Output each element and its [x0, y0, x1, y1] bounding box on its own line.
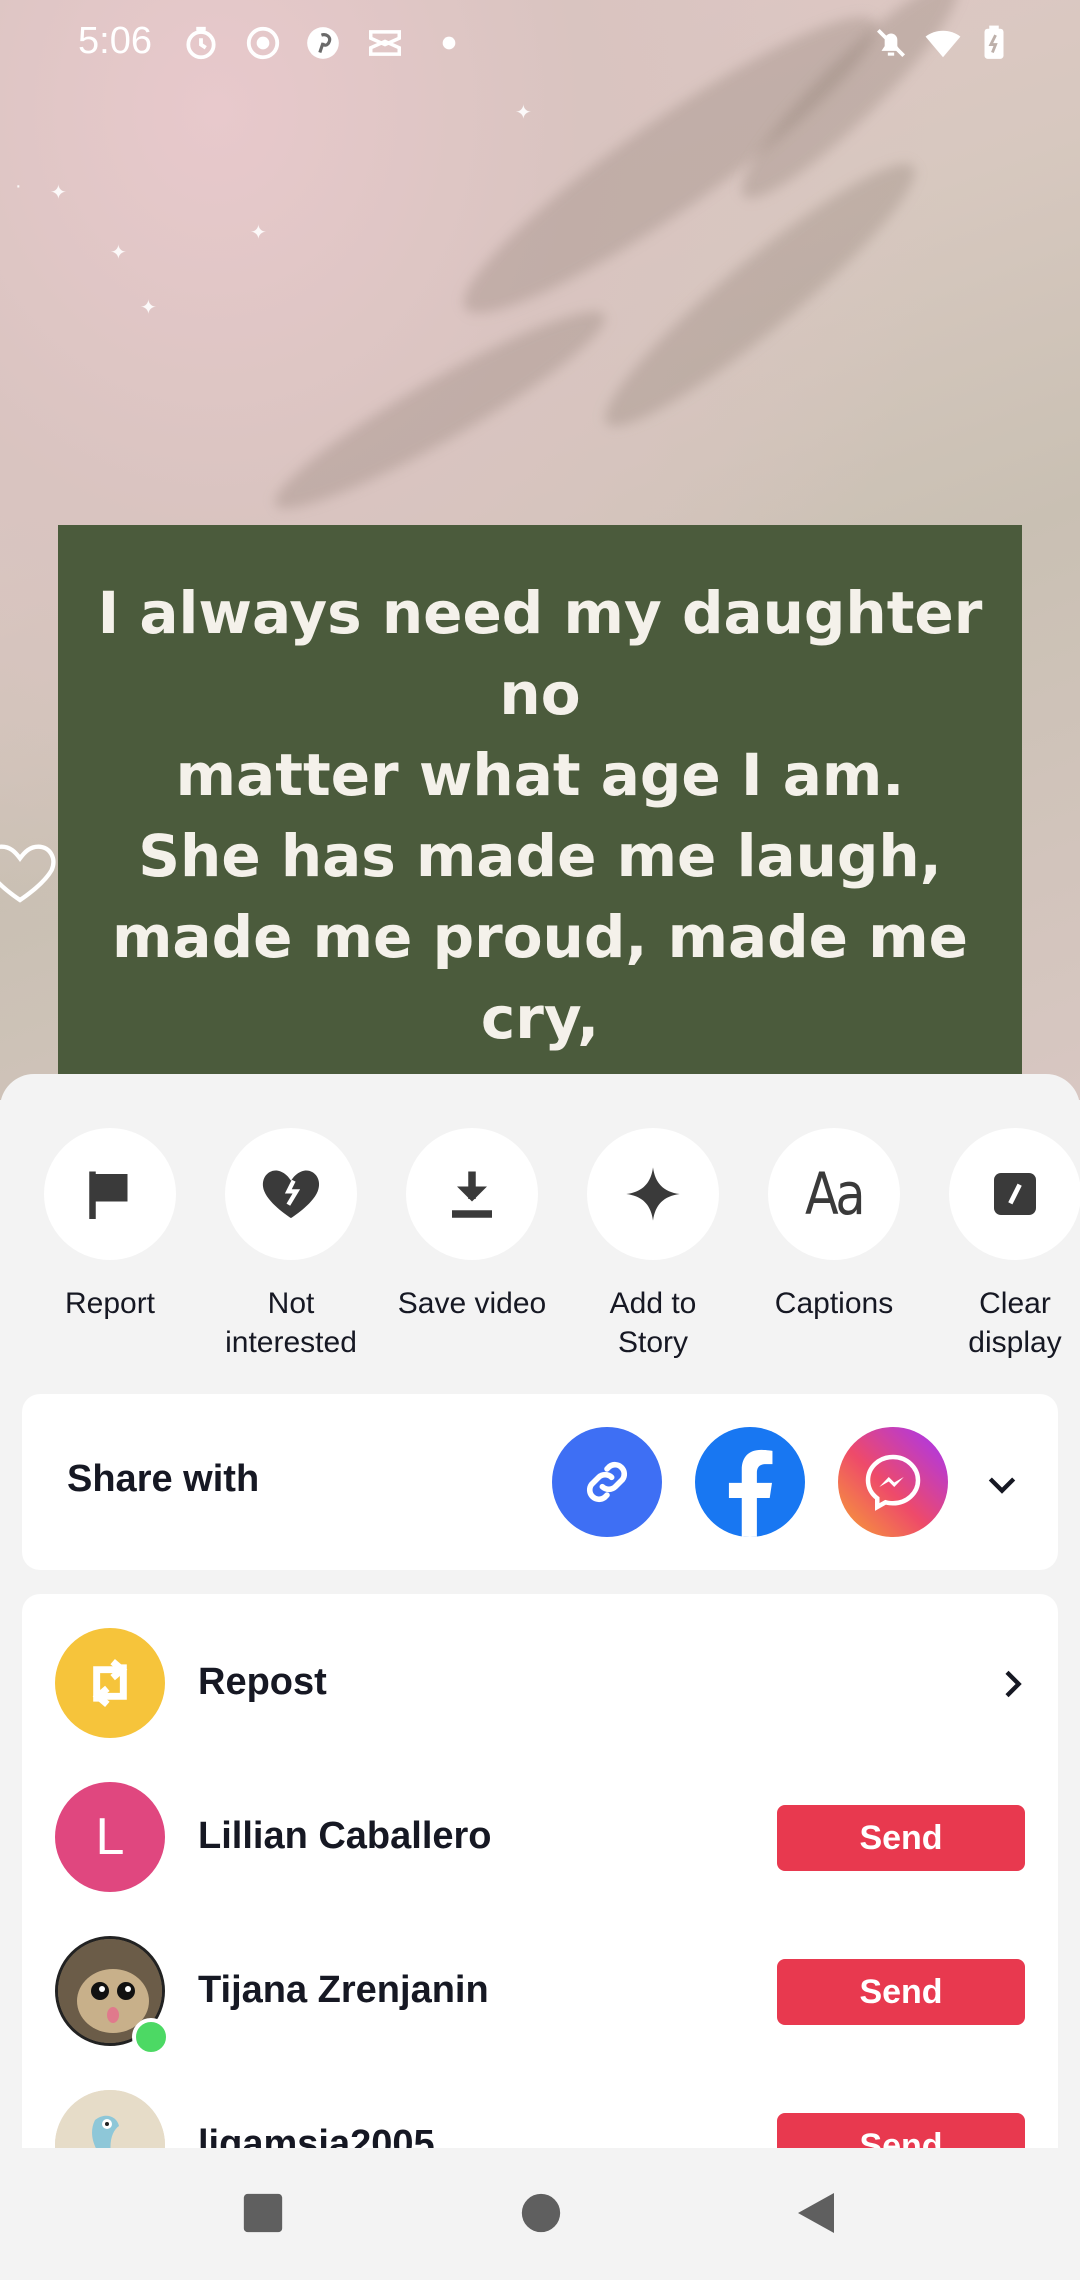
save-video-button[interactable]	[406, 1128, 538, 1260]
circle-icon[interactable]	[518, 2190, 564, 2236]
send-button[interactable]: Send	[777, 1959, 1025, 2025]
save-video-label: Save video	[397, 1287, 547, 1320]
clear-display-button[interactable]	[949, 1128, 1080, 1260]
send-button[interactable]: Send	[777, 2113, 1025, 2148]
not-interested-action[interactable]: Not interested	[206, 1128, 376, 1362]
broken-heart-icon	[262, 1170, 320, 1218]
video-background[interactable]: ✦ ✦ ✦ ✦ ✦ · I always need my daughter no…	[0, 0, 1080, 1100]
capcut-icon	[369, 30, 401, 56]
download-icon	[452, 1171, 492, 1218]
clear-display-label: Clear display	[968, 1287, 1062, 1359]
contact-name: Tijana Zrenjanin	[198, 1969, 489, 2011]
link-icon	[587, 1462, 627, 1502]
timer-icon	[186, 26, 216, 60]
repost-row[interactable]: Repost	[22, 1606, 1058, 1760]
messenger-share-button[interactable]	[838, 1427, 948, 1537]
captions-action[interactable]: Aa Captions	[749, 1128, 919, 1323]
messenger-icon	[865, 1454, 921, 1511]
share-with-card: Share with	[22, 1394, 1058, 1570]
report-button[interactable]	[44, 1128, 176, 1260]
avatar[interactable]: L	[55, 1782, 165, 1892]
share-with-title: Share with	[67, 1458, 260, 1500]
clear-display-icon	[994, 1173, 1036, 1215]
square-icon[interactable]	[240, 2190, 286, 2236]
status-bar: 5:06	[0, 0, 1080, 86]
status-time: 5:06	[78, 20, 152, 62]
save-video-action[interactable]: Save video	[387, 1128, 557, 1323]
contact-row: L Lillian Caballero Send	[22, 1760, 1058, 1914]
copy-link-button[interactable]	[552, 1427, 662, 1537]
avatar[interactable]	[55, 2090, 165, 2148]
quote-overlay: I always need my daughter no matter what…	[58, 525, 1022, 1100]
record-icon	[246, 26, 280, 60]
flag-icon	[89, 1171, 128, 1219]
chevron-down-icon[interactable]	[982, 1464, 1022, 1504]
not-interested-button[interactable]	[225, 1128, 357, 1260]
sparkle-icon	[626, 1167, 680, 1221]
captions-button[interactable]: Aa	[768, 1128, 900, 1260]
facebook-share-button[interactable]	[695, 1427, 805, 1537]
send-button[interactable]: Send	[777, 1805, 1025, 1871]
repost-icon	[55, 1628, 165, 1738]
clear-display-action[interactable]: Clear display	[930, 1128, 1080, 1362]
share-sheet: Report Not interested Save video Add to …	[0, 1074, 1080, 2148]
quote-text: I always need my daughter no matter what…	[97, 579, 983, 1100]
contacts-list: Repost L Lillian Caballero Send Tijana Z…	[22, 1594, 1058, 2148]
wifi-icon	[925, 30, 961, 58]
contact-row: liqamsia2005 Send	[22, 2068, 1058, 2148]
captions-icon: Aa	[805, 1160, 866, 1228]
not-interested-label: Not interested	[225, 1287, 357, 1359]
contact-name: liqamsia2005	[198, 2123, 435, 2148]
navigation-bar	[0, 2148, 1080, 2280]
add-to-story-label: Add to Story	[609, 1287, 697, 1359]
battery-charging-icon	[984, 25, 1004, 59]
dot-icon	[442, 36, 456, 50]
add-to-story-action[interactable]: Add to Story	[568, 1128, 738, 1362]
repost-label: Repost	[198, 1661, 327, 1703]
add-to-story-button[interactable]	[587, 1128, 719, 1260]
contact-name: Lillian Caballero	[198, 1815, 492, 1857]
report-action[interactable]: Report	[25, 1128, 195, 1323]
captions-label: Captions	[774, 1287, 894, 1320]
pinterest-icon	[307, 27, 339, 59]
bell-off-icon	[876, 28, 906, 58]
triangle-back-icon[interactable]	[792, 2188, 840, 2238]
contact-row: Tijana Zrenjanin Send	[22, 1914, 1058, 2068]
report-label: Report	[64, 1287, 156, 1320]
online-indicator	[132, 2018, 170, 2056]
chevron-right-icon	[1005, 1670, 1022, 1698]
heart-outline-icon	[0, 844, 56, 903]
facebook-icon	[728, 1449, 773, 1537]
